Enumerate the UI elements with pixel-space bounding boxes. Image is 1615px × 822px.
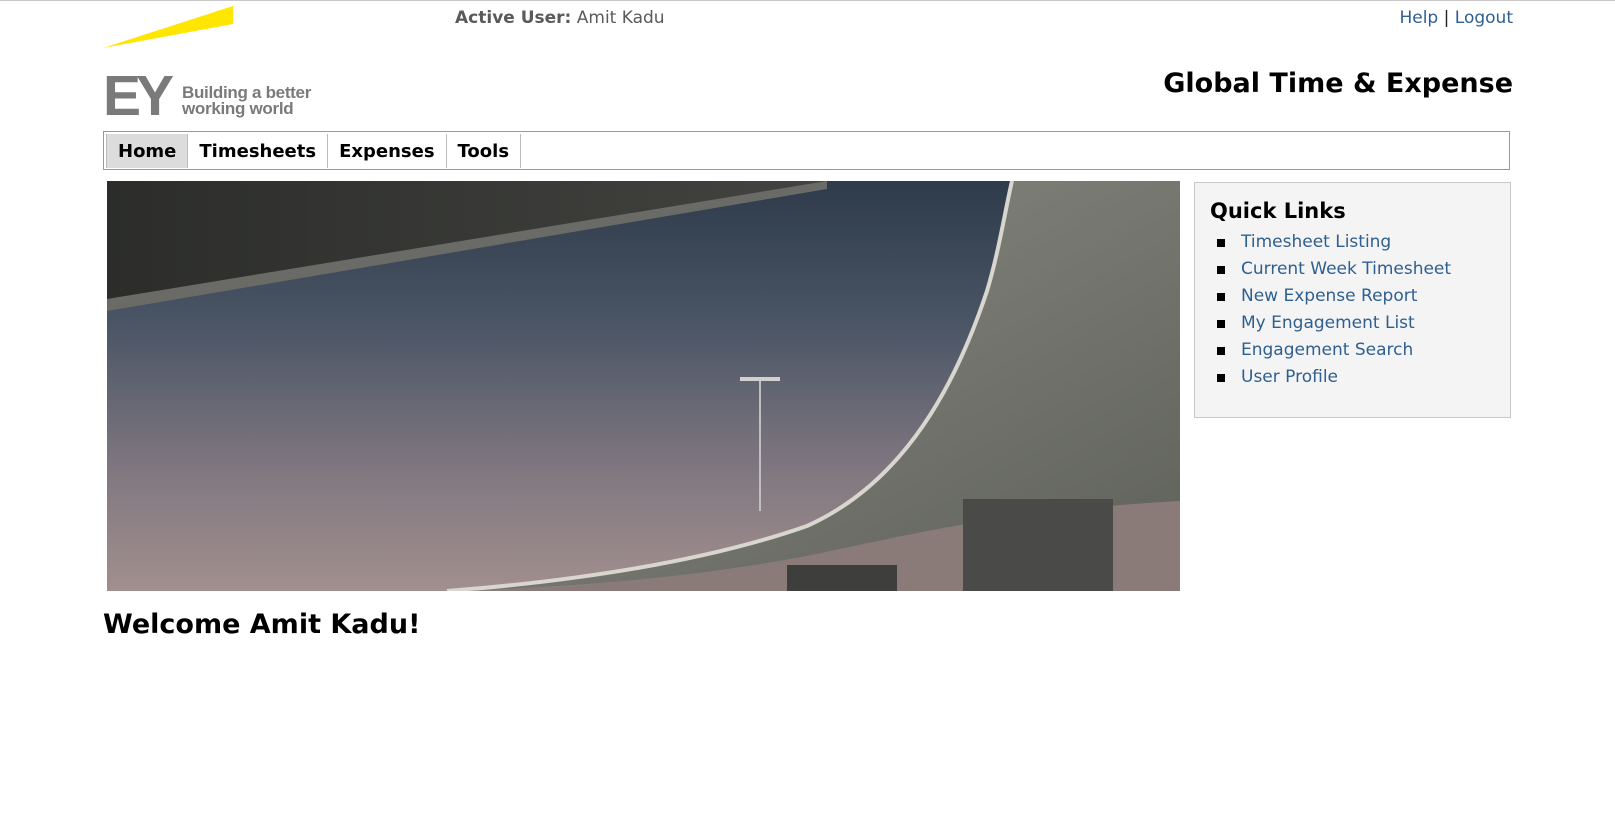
link-new-expense-report[interactable]: New Expense Report: [1241, 283, 1417, 310]
app-title: Global Time & Expense: [1163, 68, 1513, 99]
active-user-label: Active User:: [455, 8, 572, 28]
link-timesheet-listing[interactable]: Timesheet Listing: [1241, 229, 1391, 256]
bullet-icon: [1217, 319, 1225, 328]
link-my-engagement-list[interactable]: My Engagement List: [1241, 310, 1415, 337]
tab-timesheets[interactable]: Timesheets: [188, 134, 329, 168]
logo-tagline: Building a better working world: [182, 84, 311, 118]
quick-links-title: Quick Links: [1210, 199, 1346, 223]
top-rule: [0, 0, 1615, 1]
logout-link[interactable]: Logout: [1455, 8, 1513, 28]
bullet-icon: [1217, 346, 1225, 355]
active-user: Active User: Amit Kadu: [455, 8, 665, 28]
quick-links-list: Timesheet Listing Current Week Timesheet…: [1211, 229, 1451, 391]
logo-mark: EY: [103, 64, 174, 128]
bullet-icon: [1217, 373, 1225, 382]
quick-link-item: New Expense Report: [1211, 283, 1451, 310]
hero-image: [107, 181, 1180, 591]
quick-link-item: User Profile: [1211, 364, 1451, 391]
link-current-week-timesheet[interactable]: Current Week Timesheet: [1241, 256, 1451, 283]
quick-link-item: Engagement Search: [1211, 337, 1451, 364]
top-links-separator: |: [1443, 8, 1450, 28]
yellow-beam-icon: [103, 6, 233, 48]
tab-home[interactable]: Home: [106, 134, 189, 168]
top-links: Help | Logout: [1399, 8, 1513, 28]
quick-link-item: My Engagement List: [1211, 310, 1451, 337]
tab-expenses[interactable]: Expenses: [328, 134, 447, 168]
quick-link-item: Timesheet Listing: [1211, 229, 1451, 256]
logo-tagline-line2: working world: [182, 99, 294, 118]
active-user-name: Amit Kadu: [576, 8, 665, 28]
quick-link-item: Current Week Timesheet: [1211, 256, 1451, 283]
bullet-icon: [1217, 265, 1225, 274]
welcome-heading: Welcome Amit Kadu!: [103, 609, 421, 640]
bullet-icon: [1217, 238, 1225, 247]
bullet-icon: [1217, 292, 1225, 301]
link-engagement-search[interactable]: Engagement Search: [1241, 337, 1413, 364]
ey-logo: EY Building a better working world: [103, 6, 313, 128]
quick-links-panel: Quick Links Timesheet Listing Current We…: [1194, 182, 1511, 418]
main-nav: Home Timesheets Expenses Tools: [103, 131, 1510, 170]
link-user-profile[interactable]: User Profile: [1241, 364, 1338, 391]
help-link[interactable]: Help: [1399, 8, 1438, 28]
tab-tools[interactable]: Tools: [447, 134, 522, 168]
